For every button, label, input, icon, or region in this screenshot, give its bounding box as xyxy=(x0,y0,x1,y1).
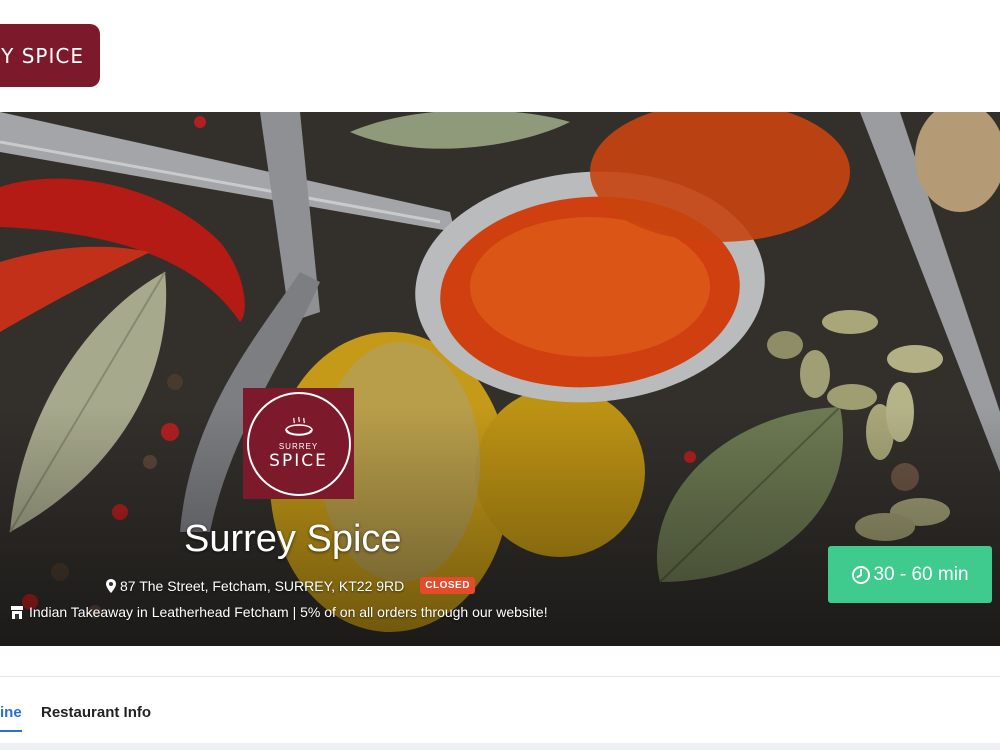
restaurant-name: Surrey Spice xyxy=(184,518,402,560)
status-badge: CLOSED xyxy=(420,577,475,594)
delivery-time-button[interactable]: 30 - 60 min xyxy=(828,546,992,603)
tab-restaurant-info[interactable]: Restaurant Info xyxy=(41,704,151,721)
bowl-icon xyxy=(284,416,313,436)
restaurant-address: 87 The Street, Fetcham, SURREY, KT22 9RD… xyxy=(106,577,475,594)
address-text: 87 The Street, Fetcham, SURREY, KT22 9RD xyxy=(120,577,405,594)
emblem-bottom-text: SPICE xyxy=(269,451,328,471)
top-header: Y SPICE xyxy=(0,0,1000,112)
tabs-divider xyxy=(0,743,1000,750)
delivery-time-label: 30 - 60 min xyxy=(873,563,969,585)
brand-logo-text: Y SPICE xyxy=(1,43,84,68)
store-icon xyxy=(11,605,23,619)
description-text: Indian Takeaway in Leatherhead Fetcham |… xyxy=(29,604,548,620)
restaurant-emblem-logo: SURREY SPICE xyxy=(243,388,354,499)
restaurant-description: Indian Takeaway in Leatherhead Fetcham |… xyxy=(10,604,548,620)
restaurant-tabs: ine Restaurant Info xyxy=(0,676,1000,750)
emblem-top-text: SURREY xyxy=(278,442,319,451)
map-pin-icon xyxy=(106,578,116,593)
tab-order-online[interactable]: ine xyxy=(0,704,22,732)
clock-icon xyxy=(852,565,871,584)
emblem-ring: SURREY SPICE xyxy=(246,391,351,496)
brand-logo[interactable]: Y SPICE xyxy=(0,24,100,87)
